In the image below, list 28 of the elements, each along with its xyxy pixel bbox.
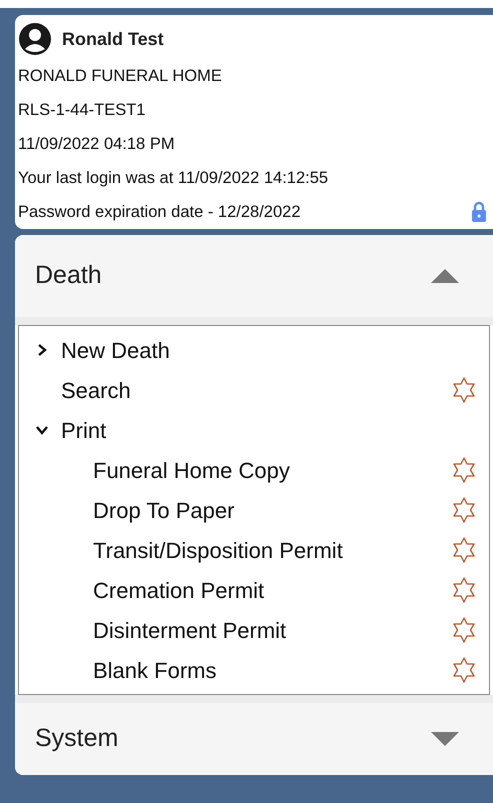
star-icon[interactable] [453, 457, 475, 483]
caret-up-icon [431, 269, 459, 283]
menu-item[interactable]: Transit/Disposition Permit [93, 534, 343, 566]
section-header[interactable]: System [15, 695, 493, 775]
star-icon[interactable] [453, 377, 475, 403]
menu-item[interactable]: Funeral Home Copy [93, 454, 290, 486]
star-icon[interactable] [453, 497, 475, 523]
menu-item[interactable]: Print [61, 414, 106, 446]
star-icon[interactable] [453, 537, 475, 563]
info-text: RLS-1-44-TEST1 [18, 100, 146, 121]
user-avatar-icon [18, 22, 52, 56]
user-name: Ronald Test [62, 28, 164, 50]
menu-item[interactable]: Drop To Paper [93, 494, 234, 526]
info-text: RONALD FUNERAL HOME [18, 66, 222, 87]
menu-item[interactable]: Disinterment Permit [93, 614, 286, 646]
menu-item[interactable]: New Death [61, 334, 170, 366]
star-icon[interactable] [453, 617, 475, 643]
info-text: 11/09/2022 04:18 PM [18, 134, 175, 155]
menu-item[interactable]: Cremation Permit [93, 574, 264, 606]
info-text: Password expiration date - 12/28/2022 [18, 202, 301, 223]
lock-icon [471, 201, 487, 223]
info-text: Your last login was at 11/09/2022 14:12:55 [18, 168, 328, 189]
star-icon[interactable] [453, 577, 475, 603]
menu-item[interactable]: Blank Forms [93, 654, 216, 686]
star-icon[interactable] [453, 657, 475, 683]
caret-down-icon [431, 732, 459, 746]
section-header[interactable]: Death [15, 235, 493, 325]
menu-item[interactable]: Search [61, 374, 131, 406]
